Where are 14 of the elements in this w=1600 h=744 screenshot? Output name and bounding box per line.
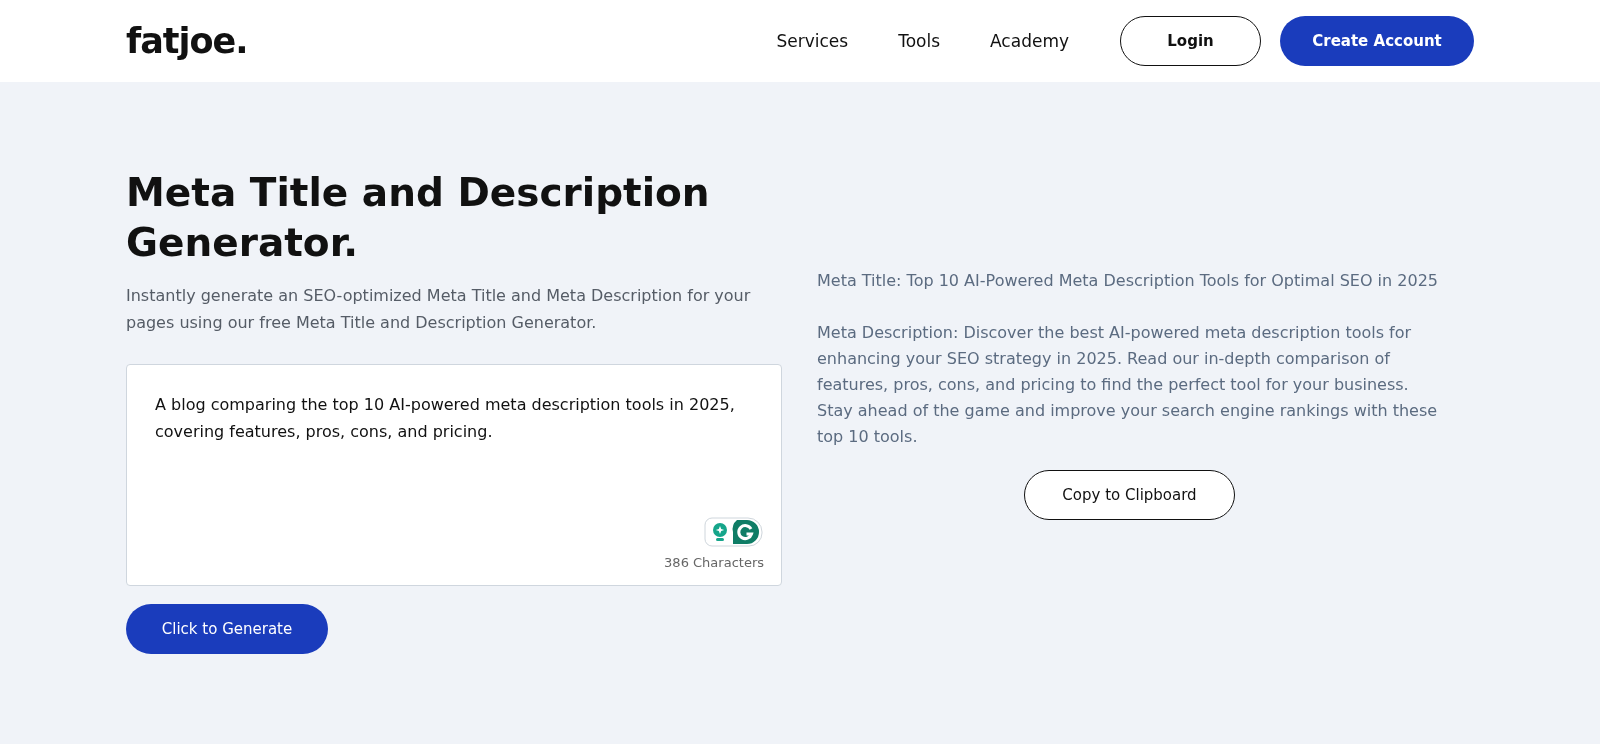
page-subtitle: Instantly generate an SEO-optimized Meta Title and Meta Description for your pages using our free Meta Title and Description Generator. (126, 285, 752, 334)
nav-link[interactable]: Academy (984, 31, 1075, 51)
nav-link[interactable]: Services (770, 31, 855, 51)
generate-button[interactable]: Click to Generate (126, 604, 328, 654)
grammar-assistant-icon[interactable] (704, 517, 764, 547)
nav-link[interactable]: Tools (892, 31, 947, 51)
meta-title-result: Meta Title: Top 10 AI-Powered Meta Description Tools for Optimal SEO in 2025 (817, 270, 1439, 292)
page-title: Meta Title and Description Generator. (126, 169, 711, 267)
login-button[interactable]: Login (1120, 16, 1261, 66)
logo[interactable]: fatjoe. (126, 21, 248, 61)
copy-button[interactable]: Copy to Clipboard (1024, 470, 1235, 520)
character-count: 386 Characters (664, 555, 764, 570)
create-account-button[interactable]: Create Account (1280, 16, 1474, 66)
meta-description-result: Meta Description: Discover the best AI-powered meta description tools for enhancing your SEO strategy in 2025. Read our in-depth comparison of features, pros, cons, and pricing to find the perfect tool for your business. Stay ahead of the game and improve your search engine rankings with these top 10 tools. (817, 322, 1439, 448)
